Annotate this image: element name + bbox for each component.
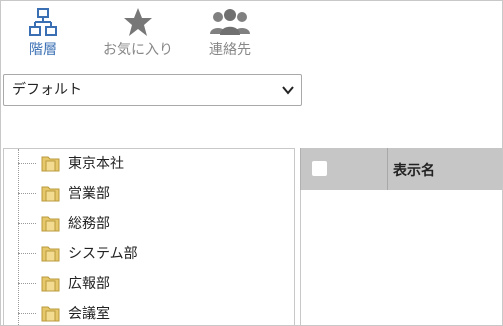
tree-item-label: 広報部 xyxy=(68,276,110,292)
address-book-panel: 階層 お気に入り 連絡先 デフォルト 東京本社 営業部 総務部 システム部 広報… xyxy=(0,0,503,326)
department-tree: 東京本社 営業部 総務部 システム部 広報部 会議室 xyxy=(3,148,295,325)
tab-favorites[interactable]: お気に入り xyxy=(96,7,180,59)
tab-favorites-label: お気に入り xyxy=(103,42,173,58)
tab-hierarchy[interactable]: 階層 xyxy=(1,7,85,59)
tree-item-meeting-room[interactable]: 会議室 xyxy=(4,300,294,325)
tab-hierarchy-label: 階層 xyxy=(29,42,57,58)
tree-item-label: 営業部 xyxy=(68,186,110,202)
tree-item-tokyo-hq[interactable]: 東京本社 xyxy=(4,150,294,176)
view-select-value: デフォルト xyxy=(12,82,82,98)
column-header-display-name[interactable]: 表示名 xyxy=(393,160,435,180)
folder-icon xyxy=(41,216,60,232)
folder-icon xyxy=(41,276,60,292)
tree-item-label: 総務部 xyxy=(68,216,110,232)
tree-item-label: システム部 xyxy=(68,246,138,262)
chevron-down-icon xyxy=(282,86,294,95)
tree-item-general-affairs[interactable]: 総務部 xyxy=(4,210,294,236)
tree-item-systems[interactable]: システム部 xyxy=(4,240,294,266)
tree-item-label: 会議室 xyxy=(68,306,110,322)
folder-icon xyxy=(41,306,60,322)
folder-icon xyxy=(41,156,60,172)
star-icon xyxy=(124,8,152,36)
folder-icon xyxy=(41,246,60,262)
contact-grid-header: 表示名 xyxy=(300,148,502,190)
column-divider xyxy=(387,148,388,190)
contact-grid-body xyxy=(300,190,502,325)
view-select[interactable]: デフォルト xyxy=(3,74,302,106)
hierarchy-icon xyxy=(29,8,57,36)
view-tabs: 階層 お気に入り 連絡先 xyxy=(1,1,502,63)
contacts-icon xyxy=(210,9,250,35)
tab-contacts-label: 連絡先 xyxy=(209,42,251,58)
folder-icon xyxy=(41,186,60,202)
tree-item-sales[interactable]: 営業部 xyxy=(4,180,294,206)
select-all-checkbox[interactable] xyxy=(312,161,327,176)
tab-contacts[interactable]: 連絡先 xyxy=(188,7,272,59)
tree-item-pr[interactable]: 広報部 xyxy=(4,270,294,296)
tree-item-label: 東京本社 xyxy=(68,156,124,172)
